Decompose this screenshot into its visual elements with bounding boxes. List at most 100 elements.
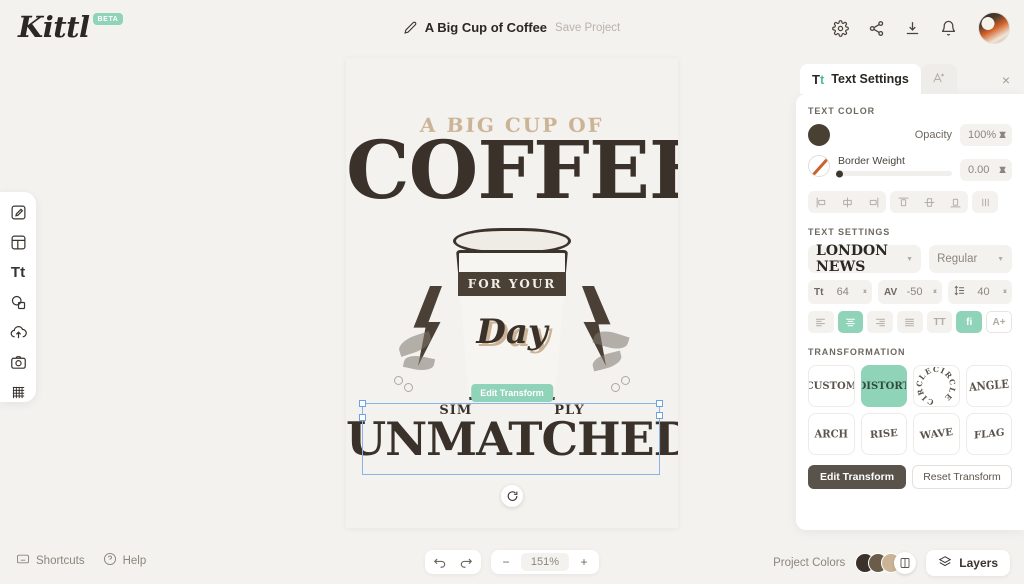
berry-decor <box>404 383 413 392</box>
border-weight-slider-knob[interactable] <box>836 170 843 177</box>
redo-icon[interactable] <box>455 552 477 572</box>
zoom-value[interactable]: 151% <box>521 553 569 571</box>
layers-button[interactable]: Layers <box>926 550 1010 576</box>
opacity-label: Opacity <box>914 129 952 141</box>
undo-redo-group <box>425 550 481 574</box>
fill-color-swatch[interactable] <box>808 124 830 146</box>
edit-transform-tooltip[interactable]: Edit Transform <box>471 384 553 402</box>
shortcuts-label: Shortcuts <box>36 554 85 567</box>
help-label: Help <box>122 554 147 567</box>
transform-flag[interactable]: FLAG <box>965 413 1012 455</box>
transformation-section-label: TRANSFORMATION <box>808 347 906 357</box>
leaf-decor <box>396 331 434 357</box>
project-colors-palette-icon[interactable] <box>894 552 917 574</box>
alignment-icon-row <box>808 191 1012 213</box>
elements-tool-icon[interactable] <box>4 292 32 312</box>
ligature-icon[interactable]: fi <box>956 311 983 333</box>
letter-spacing-input[interactable]: AV -50 ▲ ▼ <box>878 280 942 304</box>
download-icon[interactable] <box>902 18 922 38</box>
help-icon <box>103 552 117 569</box>
align-middle-vertical-icon[interactable] <box>916 191 942 213</box>
transform-distort[interactable]: DISTORT <box>860 365 907 407</box>
avatar[interactable] <box>978 12 1010 44</box>
edit-transform-button[interactable]: Edit Transform <box>808 465 906 489</box>
artboard[interactable]: A BIG CUP OF COFFEE FOR YOUR Day SIM PLY… <box>346 58 678 528</box>
transform-circle[interactable]: CIRCLECIRCLE <box>913 365 960 407</box>
help-button[interactable]: Help <box>103 552 147 569</box>
project-colors-swatches[interactable] <box>855 551 917 575</box>
transform-wave[interactable]: WAVE <box>913 413 960 455</box>
cup-day-text: Day <box>476 312 548 352</box>
share-icon[interactable] <box>866 18 886 38</box>
align-top-icon[interactable] <box>890 191 916 213</box>
cup-band-text: FOR YOUR <box>458 272 566 296</box>
berry-decor <box>394 376 403 385</box>
berry-decor <box>611 383 620 392</box>
align-right-icon[interactable] <box>860 191 886 213</box>
transform-arch-label: ARCH <box>814 427 848 441</box>
bottom-bar: Shortcuts Help − 151% + Project Colors L… <box>0 542 1024 584</box>
transform-buttons-row: Edit Transform Reset Transform <box>808 465 1012 489</box>
artwork-unmatched[interactable]: UNMATCHED <box>346 416 678 462</box>
font-family-select[interactable]: LONDON NEWS ▼ <box>808 243 922 275</box>
pencil-icon[interactable] <box>404 21 417 34</box>
tab-text-settings[interactable]: Tt Text Settings <box>800 64 921 94</box>
transform-angle[interactable]: ANGLE <box>965 365 1012 407</box>
uppercase-icon[interactable]: TT <box>926 311 953 333</box>
text-align-justify-icon[interactable] <box>897 311 923 333</box>
transform-angle-label: ANGLE <box>968 377 1010 395</box>
edit-tool-icon[interactable] <box>4 202 32 222</box>
undo-icon[interactable] <box>429 552 451 572</box>
coffee-cup-illustration[interactable]: FOR YOUR Day <box>394 228 630 406</box>
text-align-center-icon[interactable] <box>837 311 864 333</box>
text-tool-icon[interactable]: Tt <box>4 262 32 282</box>
zoom-out-button[interactable]: − <box>495 552 517 572</box>
border-weight-slider[interactable] <box>836 170 952 177</box>
align-center-horizontal-icon[interactable] <box>834 191 860 213</box>
distribute-group <box>972 191 998 213</box>
text-settings-section-label: TEXT SETTINGS <box>808 227 891 237</box>
shortcuts-button[interactable]: Shortcuts <box>16 552 85 569</box>
border-color-swatch[interactable] <box>808 155 830 177</box>
font-size-input[interactable]: Tt 64 ▲ ▼ <box>808 280 872 304</box>
line-height-input[interactable]: 40 ▲ ▼ <box>948 280 1012 304</box>
align-bottom-icon[interactable] <box>942 191 968 213</box>
project-title[interactable]: A Big Cup of Coffee <box>425 20 547 35</box>
patterns-tool-icon[interactable] <box>4 382 32 402</box>
line-height-icon <box>954 285 965 299</box>
fill-color-row: Opacity 100% ▲ ▼ <box>808 124 1012 146</box>
reset-transform-button[interactable]: Reset Transform <box>912 465 1012 489</box>
chevron-down-icon: ▼ <box>997 255 1004 263</box>
kittl-editor: Kittl BETA A Big Cup of Coffee Save Proj… <box>0 0 1024 584</box>
templates-tool-icon[interactable] <box>4 232 32 252</box>
tab-text-effects[interactable] <box>920 64 957 94</box>
zoom-in-button[interactable]: + <box>573 552 595 572</box>
font-size-value: 64 <box>836 286 849 298</box>
canvas-area[interactable]: A BIG CUP OF COFFEE FOR YOUR Day SIM PLY… <box>36 58 794 542</box>
text-align-left-icon[interactable] <box>808 311 834 333</box>
transform-custom-label: CUSTOM <box>808 380 855 392</box>
distribute-icon[interactable] <box>972 191 998 213</box>
rotate-handle-icon[interactable] <box>501 485 523 507</box>
align-left-icon[interactable] <box>808 191 834 213</box>
transform-custom[interactable]: CUSTOM <box>808 365 855 407</box>
transform-rise[interactable]: RISE <box>860 413 907 455</box>
photos-tool-icon[interactable] <box>4 352 32 372</box>
settings-icon[interactable] <box>830 18 850 38</box>
opacity-input[interactable]: 100% ▲ ▼ <box>960 124 1012 146</box>
artwork-headline[interactable]: COFFEE <box>346 130 678 210</box>
letter-spacing-icon: AV <box>884 286 898 298</box>
font-family-value: LONDON NEWS <box>816 243 888 275</box>
border-weight-input[interactable]: 0.00 ▲ ▼ <box>960 159 1012 181</box>
text-align-right-icon[interactable] <box>867 311 894 333</box>
panel-body: TEXT COLOR Opacity 100% ▲ ▼ Border Weight <box>796 94 1024 530</box>
notifications-icon[interactable] <box>938 18 958 38</box>
bottom-left-group: Shortcuts Help <box>16 552 146 569</box>
save-project-label[interactable]: Save Project <box>555 22 620 34</box>
chevron-down-icon: ▼ <box>906 255 914 263</box>
close-panel-icon[interactable]: × <box>1002 73 1010 87</box>
uploads-tool-icon[interactable] <box>4 322 32 342</box>
add-font-icon[interactable]: A+ <box>986 311 1012 333</box>
font-style-select[interactable]: Regular ▼ <box>929 245 1012 273</box>
transform-arch[interactable]: ARCH <box>808 413 855 455</box>
